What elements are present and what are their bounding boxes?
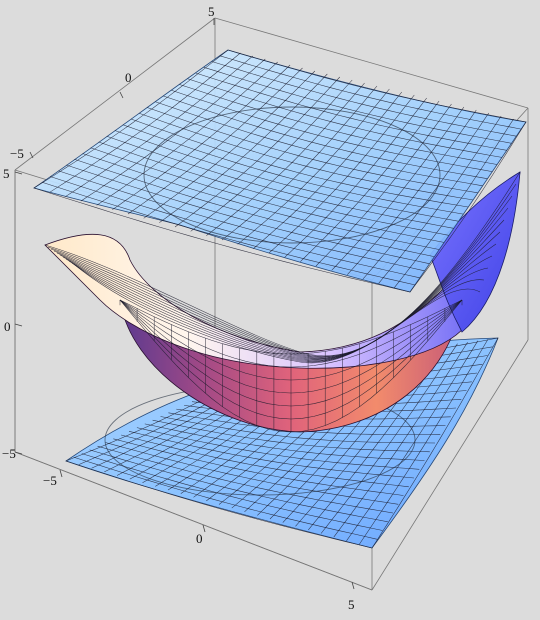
top-tick-0: 0 bbox=[125, 70, 132, 85]
z-tick-minus5: −5 bbox=[2, 446, 16, 461]
x-tick-minus5: −5 bbox=[43, 473, 57, 488]
z-axis-ticks: 5 0 −5 bbox=[2, 166, 16, 461]
z-tick-5: 5 bbox=[3, 166, 10, 181]
top-tick-minus5: −5 bbox=[10, 146, 24, 161]
x-tick-5: 5 bbox=[348, 597, 355, 612]
z-tick-0: 0 bbox=[4, 319, 11, 334]
top-tick-5: 5 bbox=[208, 4, 215, 19]
x-tick-0: 0 bbox=[196, 531, 203, 546]
plot-3d: 5 0 −5 5 0 −5 −5 0 5 bbox=[2, 4, 529, 612]
